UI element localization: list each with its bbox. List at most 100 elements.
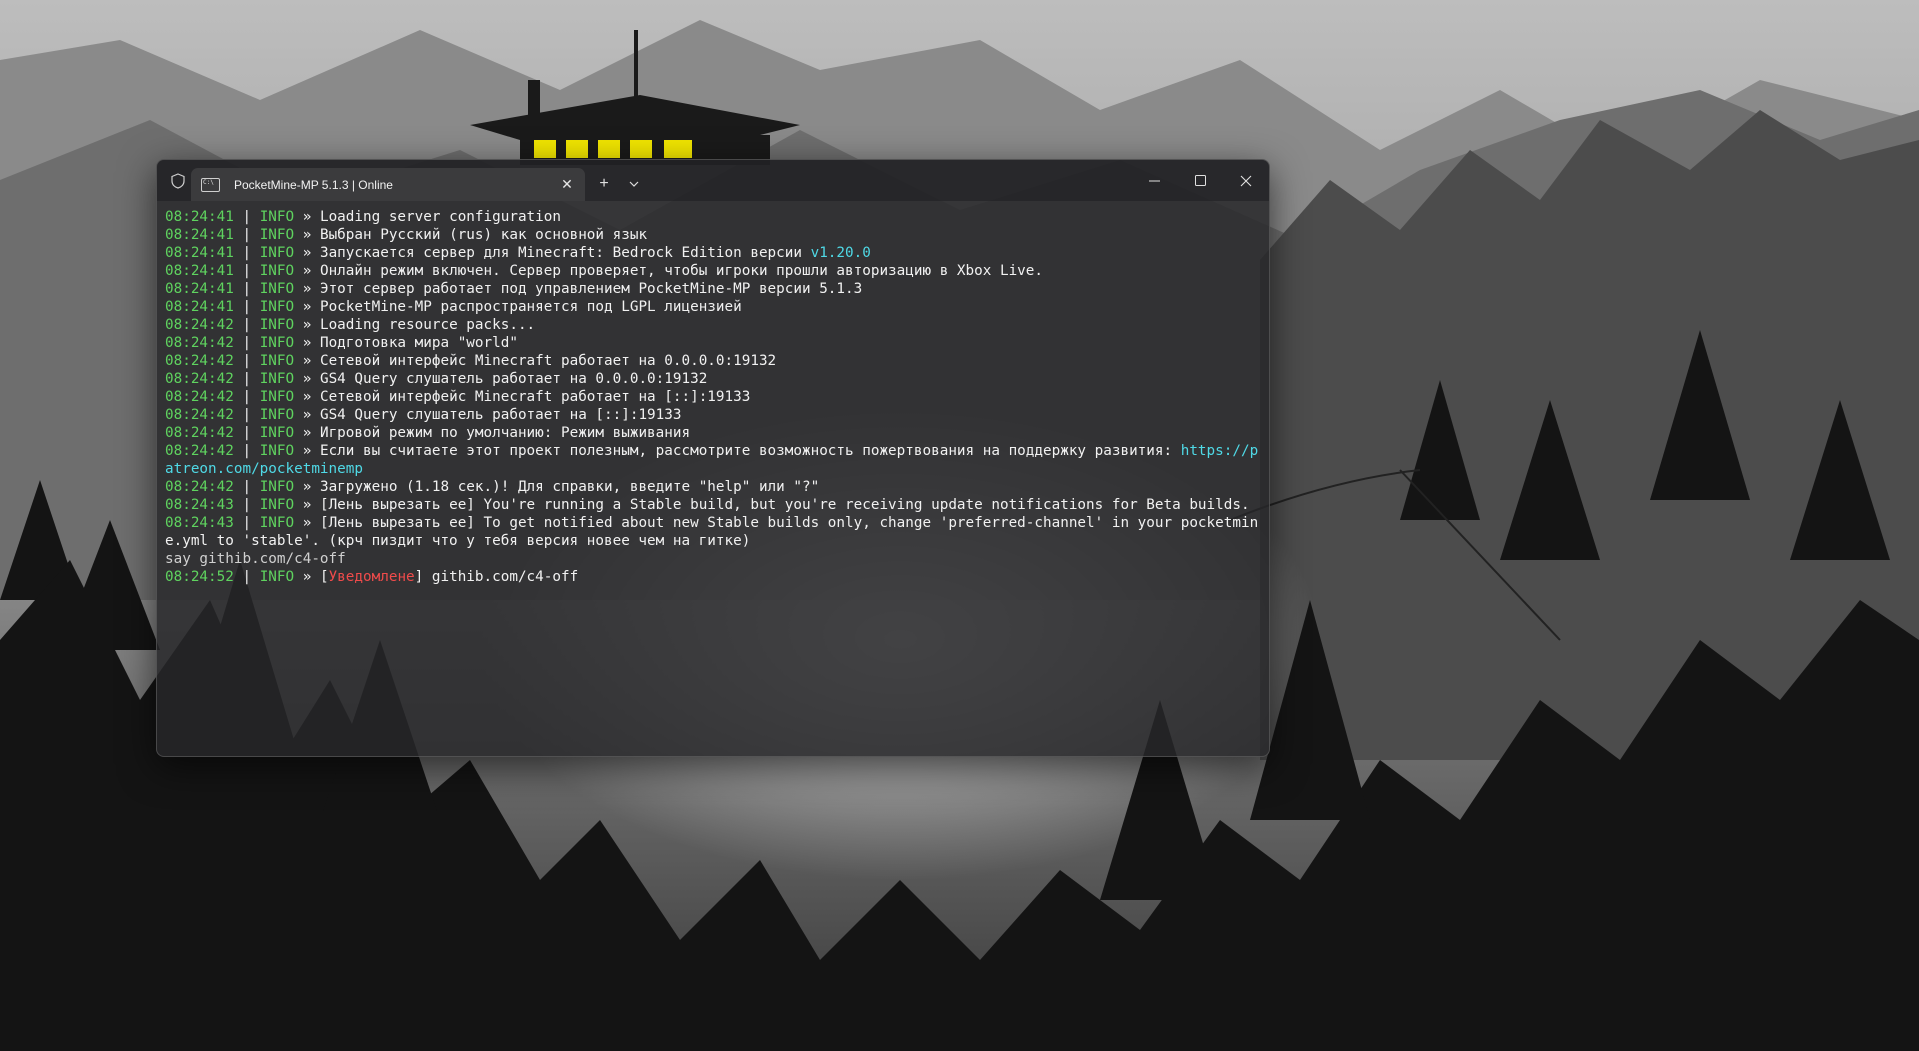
close-icon — [1240, 175, 1252, 186]
console-line: 08:24:52 | INFO » [Уведомлене] githib.co… — [165, 568, 1261, 586]
log-level: INFO — [259, 299, 295, 315]
log-message: Если вы считаете этот проект полезным, р… — [319, 443, 1181, 459]
console-line: 08:24:42 | INFO » GS4 Query слушатель ра… — [165, 406, 1261, 424]
log-message: Игровой режим по умолчанию: Режим выжива… — [319, 425, 691, 441]
log-timestamp: 08:24:41 — [165, 263, 234, 279]
log-timestamp: 08:24:42 — [165, 425, 234, 441]
console-line: 08:24:43 | INFO » [Лень вырезать ее] You… — [165, 496, 1261, 514]
log-level: INFO — [259, 281, 295, 297]
log-message: [ — [319, 569, 329, 585]
log-arrow: » — [294, 317, 320, 333]
log-arrow: » — [294, 479, 320, 495]
log-message: Онлайн режим включен. Сервер проверяет, … — [319, 263, 1043, 279]
console-line: 08:24:41 | INFO » Запускается сервер для… — [165, 244, 1261, 262]
log-separator: | — [233, 209, 260, 225]
log-arrow: » — [294, 569, 320, 585]
log-arrow: » — [294, 425, 320, 441]
log-timestamp: 08:24:41 — [165, 227, 234, 243]
tab-pocketmine[interactable]: PocketMine-MP 5.1.3 | Online ✕ — [191, 168, 585, 201]
log-level: INFO — [259, 479, 295, 495]
log-message: GS4 Query слушатель работает на 0.0.0.0:… — [319, 371, 708, 387]
log-level: INFO — [259, 497, 295, 513]
close-button[interactable] — [1223, 160, 1269, 201]
log-timestamp: 08:24:42 — [165, 407, 234, 423]
log-arrow: » — [294, 407, 320, 423]
log-arrow: » — [294, 443, 320, 459]
console-line: 08:24:41 | INFO » PocketMine-MP распрост… — [165, 298, 1261, 316]
shield-icon[interactable] — [163, 160, 193, 201]
log-level: INFO — [259, 389, 295, 405]
log-level: INFO — [259, 569, 295, 585]
log-separator: | — [233, 371, 260, 387]
log-highlight: v1.20.0 — [810, 245, 871, 261]
minimize-icon — [1148, 180, 1160, 181]
console-output[interactable]: 08:24:41 | INFO » Loading server configu… — [165, 208, 1261, 748]
tab-close-icon[interactable]: ✕ — [553, 168, 581, 201]
log-message: Загружено (1.18 сек.)! Для справки, введ… — [319, 479, 820, 495]
console-line: 08:24:42 | INFO » Игровой режим по умолч… — [165, 424, 1261, 442]
console-line: 08:24:42 | INFO » Сетевой интерфейс Mine… — [165, 352, 1261, 370]
log-message: Этот сервер работает под управлением Poc… — [319, 281, 863, 297]
log-timestamp: 08:24:42 — [165, 443, 234, 459]
console-line: 08:24:43 | INFO » [Лень вырезать ее] To … — [165, 514, 1261, 550]
chevron-down-icon[interactable] — [621, 170, 647, 198]
log-separator: | — [233, 263, 260, 279]
console-line: 08:24:41 | INFO » Loading server configu… — [165, 208, 1261, 226]
console-line: 08:24:42 | INFO » Сетевой интерфейс Mine… — [165, 388, 1261, 406]
log-timestamp: 08:24:43 — [165, 497, 234, 513]
log-timestamp: 08:24:42 — [165, 335, 234, 351]
log-message: Loading server configuration — [319, 209, 561, 225]
log-level: INFO — [259, 371, 295, 387]
tab-title: PocketMine-MP 5.1.3 | Online — [234, 177, 393, 192]
maximize-button[interactable] — [1177, 160, 1223, 201]
minimize-button[interactable] — [1131, 160, 1177, 201]
log-separator: | — [233, 299, 260, 315]
log-level: INFO — [259, 353, 295, 369]
console-line: 08:24:42 | INFO » Загружено (1.18 сек.)!… — [165, 478, 1261, 496]
log-message: Loading resource packs... — [319, 317, 536, 333]
log-message: Выбран Русский (rus) как основной язык — [319, 227, 648, 243]
log-level: INFO — [259, 317, 295, 333]
log-message: Сетевой интерфейс Minecraft работает на … — [319, 353, 777, 369]
log-message: Запускается сервер для Minecraft: Bedroc… — [319, 245, 811, 261]
log-separator: | — [233, 569, 260, 585]
log-level: INFO — [259, 227, 295, 243]
log-timestamp: 08:24:41 — [165, 209, 234, 225]
log-separator: | — [233, 407, 260, 423]
log-level: INFO — [259, 443, 295, 459]
log-notice-tag: Уведомлене — [328, 569, 415, 585]
log-separator: | — [233, 479, 260, 495]
log-timestamp: 08:24:41 — [165, 281, 234, 297]
log-level: INFO — [259, 515, 295, 531]
log-level: INFO — [259, 335, 295, 351]
log-arrow: » — [294, 245, 320, 261]
title-bar[interactable]: PocketMine-MP 5.1.3 | Online ✕ + — [157, 160, 1269, 201]
terminal-window[interactable]: PocketMine-MP 5.1.3 | Online ✕ + 08:24:4… — [156, 159, 1270, 757]
new-tab-button[interactable]: + — [589, 170, 619, 198]
log-separator: | — [233, 245, 260, 261]
console-line: 08:24:41 | INFO » Выбран Русский (rus) к… — [165, 226, 1261, 244]
log-message: [Лень вырезать ее] You're running a Stab… — [319, 497, 1250, 513]
log-separator: | — [233, 227, 260, 243]
log-arrow: » — [294, 515, 320, 531]
console-line: 08:24:41 | INFO » Этот сервер работает п… — [165, 280, 1261, 298]
log-level: INFO — [259, 425, 295, 441]
desktop: PocketMine-MP 5.1.3 | Online ✕ + 08:24:4… — [0, 0, 1919, 1051]
log-message: Сетевой интерфейс Minecraft работает на … — [319, 389, 751, 405]
log-arrow: » — [294, 335, 320, 351]
log-timestamp: 08:24:41 — [165, 245, 234, 261]
log-message: [Лень вырезать ее] To get notified about… — [165, 515, 1259, 549]
log-separator: | — [233, 425, 260, 441]
command-prompt-icon — [201, 177, 220, 192]
console-line: 08:24:42 | INFO » Подготовка мира "world… — [165, 334, 1261, 352]
log-arrow: » — [294, 263, 320, 279]
log-level: INFO — [259, 263, 295, 279]
log-timestamp: 08:24:42 — [165, 317, 234, 333]
console-line: 08:24:42 | INFO » Loading resource packs… — [165, 316, 1261, 334]
log-separator: | — [233, 515, 260, 531]
log-timestamp: 08:24:43 — [165, 515, 234, 531]
log-separator: | — [233, 353, 260, 369]
console-input-echo: say githib.com/c4-off — [165, 551, 346, 567]
log-separator: | — [233, 335, 260, 351]
log-separator: | — [233, 443, 260, 459]
